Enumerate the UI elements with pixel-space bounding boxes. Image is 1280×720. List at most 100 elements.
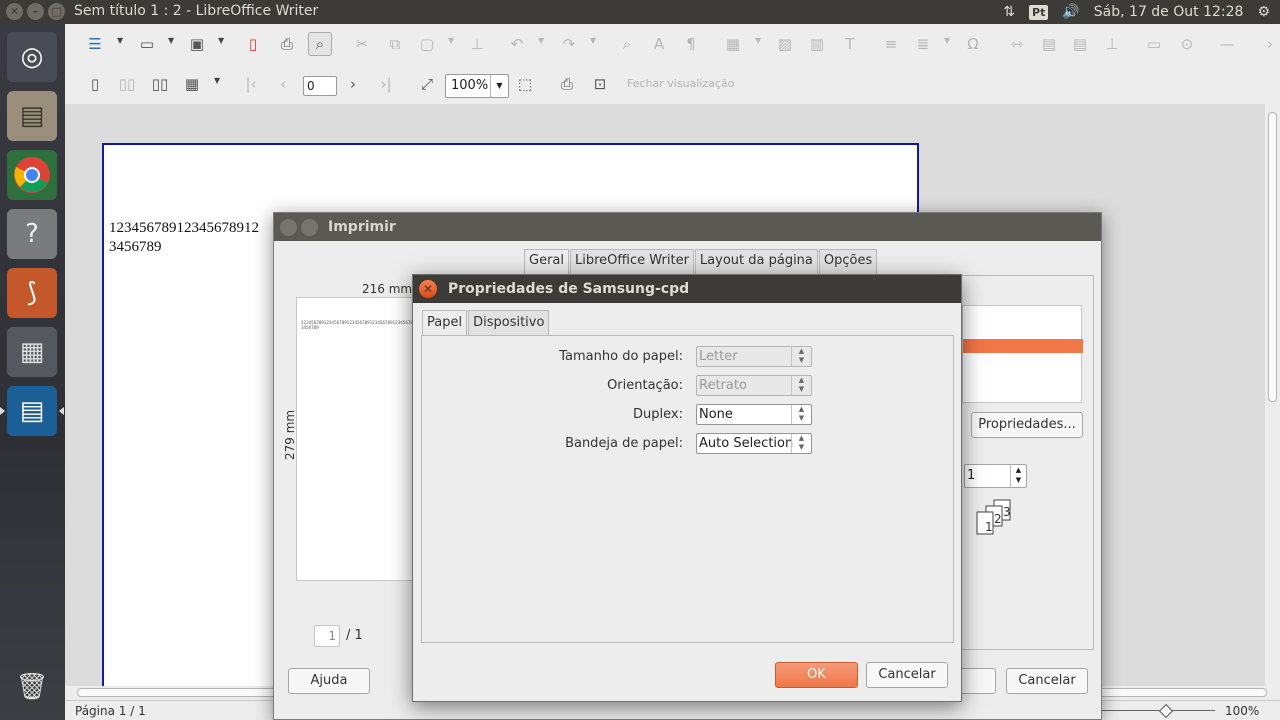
chevron-down-icon[interactable]: ▼ xyxy=(168,36,174,45)
duplex-value: None xyxy=(699,407,733,422)
minimize-icon[interactable] xyxy=(301,219,318,236)
selected-printer-row[interactable] xyxy=(963,339,1083,353)
more-icon[interactable]: › xyxy=(1258,32,1280,56)
redo-icon[interactable]: ↷ xyxy=(557,32,581,56)
calculator-icon[interactable]: ▦ xyxy=(7,327,57,377)
clock[interactable]: Sáb, 17 de Out 12:28 xyxy=(1094,4,1244,20)
insert-chart-icon[interactable]: ▥ xyxy=(805,32,829,56)
page-break-icon[interactable]: ≡ xyxy=(879,32,903,56)
tab-geral[interactable]: Geral xyxy=(524,249,569,275)
chevron-down-icon[interactable]: ▼ xyxy=(490,75,508,97)
formatting-marks-icon[interactable]: ¶ xyxy=(679,32,703,56)
previous-page-icon[interactable]: ‹ xyxy=(271,72,295,96)
print-preview-icon[interactable]: ⌕ xyxy=(308,32,332,56)
duplex-select[interactable]: None ▲ ▼ xyxy=(696,404,812,425)
book-view-icon[interactable]: ▯▯ xyxy=(148,72,172,96)
tab-papel[interactable]: Papel xyxy=(422,310,468,336)
fit-page-icon[interactable]: ⊡ xyxy=(588,72,612,96)
keyboard-layout-indicator[interactable]: Pt xyxy=(1029,4,1049,20)
print-icon[interactable]: ⎙ xyxy=(275,32,299,56)
trash-icon[interactable]: 🗑 xyxy=(7,662,57,712)
endnote-icon[interactable]: ▤ xyxy=(1068,32,1092,56)
chrome-icon[interactable] xyxy=(7,150,57,200)
properties-button[interactable]: Propriedades... xyxy=(971,412,1083,438)
undo-icon[interactable]: ↶ xyxy=(505,32,529,56)
tab-opcoes[interactable]: Opções xyxy=(818,249,878,275)
page-number-input[interactable]: 0 xyxy=(303,76,337,96)
multiple-pages-view-icon[interactable]: ▦ xyxy=(180,72,204,96)
help-icon[interactable]: ? xyxy=(7,209,57,259)
cut-icon[interactable]: ✂ xyxy=(350,32,374,56)
track-changes-icon[interactable]: ⊙ xyxy=(1175,32,1199,56)
comment-icon[interactable]: ▭ xyxy=(1142,32,1166,56)
next-page-icon[interactable]: › xyxy=(341,72,365,96)
full-screen-icon[interactable]: ⬚ xyxy=(513,72,537,96)
special-character-icon[interactable]: Ω xyxy=(961,32,985,56)
chevron-down-icon[interactable]: ▼ xyxy=(214,76,220,85)
status-zoom[interactable]: 100% xyxy=(1225,704,1259,718)
single-page-view-icon[interactable]: ▯ xyxy=(83,72,107,96)
scrollbar-thumb[interactable] xyxy=(1268,112,1277,402)
close-window-icon[interactable]: ✕ xyxy=(6,3,23,20)
clone-formatting-icon[interactable]: ⊥ xyxy=(465,32,489,56)
bookmark-icon[interactable]: ⊥ xyxy=(1100,32,1124,56)
settings-gear-icon[interactable]: ⚙ xyxy=(1257,4,1270,20)
close-icon[interactable]: ✕ xyxy=(419,280,437,298)
new-document-icon[interactable]: ☰ xyxy=(83,32,107,56)
orientation-select[interactable]: Retrato ▲ ▼ xyxy=(696,375,812,396)
export-pdf-icon[interactable]: ▯ xyxy=(241,32,265,56)
copies-input[interactable]: 1 ▲ ▼ xyxy=(964,464,1027,488)
vertical-scrollbar[interactable] xyxy=(1265,104,1280,686)
libreoffice-writer-icon[interactable]: ▤ xyxy=(0,386,64,436)
save-icon[interactable]: ▣ xyxy=(185,32,209,56)
preview-page-input[interactable]: 1 xyxy=(314,625,340,647)
insert-textbox-icon[interactable]: T xyxy=(838,32,862,56)
chevron-down-icon[interactable]: ▼ xyxy=(538,36,544,45)
zoom-combobox[interactable]: 100% ▼ xyxy=(445,74,509,98)
chevron-down-icon[interactable]: ▼ xyxy=(755,36,761,45)
last-page-icon[interactable]: ›| xyxy=(374,72,398,96)
help-button[interactable]: Ajuda xyxy=(288,668,370,694)
minimize-window-icon[interactable]: – xyxy=(27,3,44,20)
close-icon[interactable] xyxy=(280,219,297,236)
paper-tray-select[interactable]: Auto Selection ▲ ▼ xyxy=(696,433,812,454)
tab-dispositivo[interactable]: Dispositivo xyxy=(468,310,550,336)
chevron-down-icon[interactable]: ▼ xyxy=(590,36,596,45)
spin-arrows-icon[interactable]: ▲ ▼ xyxy=(1010,465,1026,487)
chevron-down-icon[interactable]: ▼ xyxy=(448,36,454,45)
two-pages-view-icon[interactable]: ▯▯ xyxy=(115,72,139,96)
spin-arrows-icon[interactable]: ▲ ▼ xyxy=(791,405,811,424)
printer-list[interactable] xyxy=(962,305,1083,403)
spin-arrows-icon[interactable]: ▲ ▼ xyxy=(791,434,811,453)
insert-field-icon[interactable]: ≣ xyxy=(911,32,935,56)
dash-home-icon[interactable]: ◎ xyxy=(7,32,57,82)
footnote-icon[interactable]: ▤ xyxy=(1037,32,1061,56)
files-icon[interactable]: ▤ xyxy=(7,91,57,141)
ok-button[interactable]: OK xyxy=(775,662,858,688)
copy-icon[interactable]: ⧉ xyxy=(383,32,407,56)
cancel-button[interactable]: Cancelar xyxy=(866,662,948,688)
network-icon[interactable]: ⇅ xyxy=(1003,4,1015,20)
insert-image-icon[interactable]: ▨ xyxy=(773,32,797,56)
chevron-down-icon[interactable]: ▼ xyxy=(944,36,950,45)
insert-table-icon[interactable]: ▦ xyxy=(721,32,745,56)
line-icon[interactable]: — xyxy=(1215,32,1239,56)
paste-icon[interactable]: ▢ xyxy=(415,32,439,56)
paper-size-select[interactable]: Letter ▲ ▼ xyxy=(696,346,812,367)
tab-layout-pagina[interactable]: Layout da página xyxy=(694,249,818,275)
maximize-window-icon[interactable]: □ xyxy=(48,3,65,20)
chevron-down-icon[interactable]: ▼ xyxy=(218,36,224,45)
tab-libreoffice-writer[interactable]: LibreOffice Writer xyxy=(570,249,694,275)
chevron-down-icon[interactable]: ▼ xyxy=(117,36,123,45)
volume-icon[interactable]: 🔊 xyxy=(1062,4,1079,20)
cancel-button[interactable]: Cancelar xyxy=(1006,668,1088,694)
first-page-icon[interactable]: |‹ xyxy=(239,72,263,96)
open-folder-icon[interactable]: ▭ xyxy=(135,32,159,56)
print-icon[interactable]: ⎙ xyxy=(555,72,579,96)
close-preview-button[interactable]: Fechar visualização xyxy=(627,77,734,90)
hyperlink-icon[interactable]: ⇿ xyxy=(1005,32,1029,56)
find-replace-icon[interactable]: ⌕ xyxy=(615,32,639,56)
app-icon[interactable]: ⟆ xyxy=(7,268,57,318)
spelling-icon[interactable]: A xyxy=(647,32,671,56)
zoom-icon[interactable]: ⤢ xyxy=(415,72,439,96)
